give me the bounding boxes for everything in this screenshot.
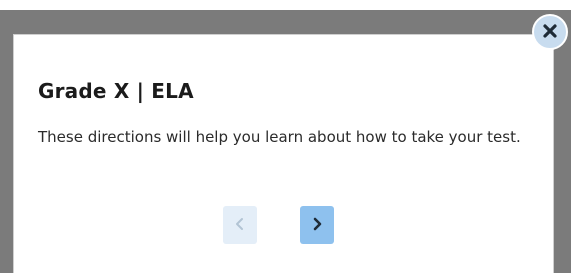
dialog-body-text: These directions will help you learn abo… xyxy=(38,128,521,146)
close-icon xyxy=(542,23,558,42)
chevron-left-icon xyxy=(233,217,247,234)
directions-dialog: Grade X | ELA These directions will help… xyxy=(13,34,554,273)
dialog-title: Grade X | ELA xyxy=(38,79,194,103)
next-button[interactable] xyxy=(300,206,334,244)
previous-button[interactable] xyxy=(223,206,257,244)
chevron-right-icon xyxy=(310,217,324,234)
close-button[interactable] xyxy=(532,14,568,50)
